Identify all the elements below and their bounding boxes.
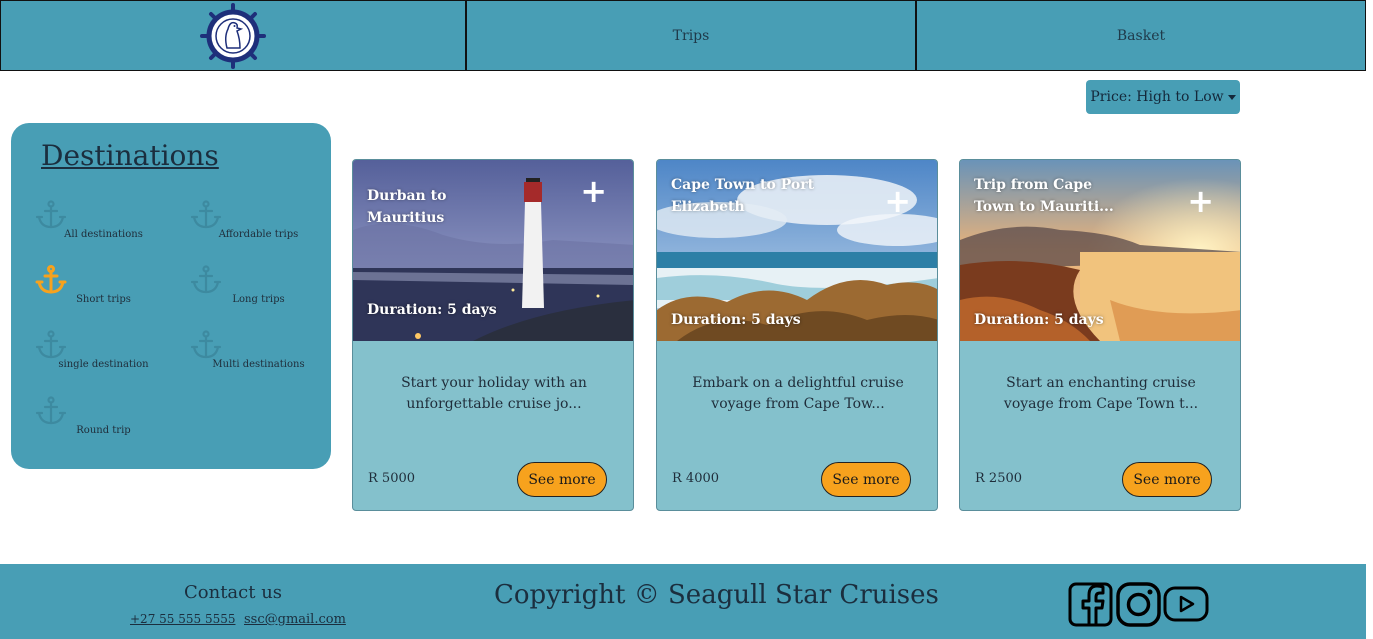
category-label: Affordable trips: [218, 229, 299, 240]
category-long-trips[interactable]: Long trips: [176, 264, 326, 314]
contact-phone-link[interactable]: +27 55 555 5555: [130, 612, 235, 626]
see-more-button[interactable]: See more: [517, 462, 607, 497]
sort-dropdown-label: Price: High to Low: [1090, 89, 1224, 105]
category-label: Long trips: [232, 294, 285, 305]
anchor-icon: [190, 265, 222, 294]
anchor-icon: [35, 200, 67, 229]
chevron-down-icon: [1227, 94, 1236, 100]
card-duration: Duration: 5 days: [974, 312, 1104, 328]
card-price: R 5000: [368, 471, 416, 486]
card-description: Start an enchanting cruise voyage from C…: [1003, 375, 1199, 412]
destinations-sidebar: Destinations All destinations Affordable…: [11, 123, 331, 469]
nav-trips[interactable]: Trips: [466, 0, 916, 71]
category-round-trip[interactable]: Round trip: [21, 395, 171, 445]
card-title: Cape Town to Port Elizabeth: [671, 177, 815, 215]
category-single-destination[interactable]: single destination: [21, 329, 171, 379]
category-affordable-trips[interactable]: Affordable trips: [176, 199, 326, 249]
category-short-trips[interactable]: Short trips: [21, 264, 171, 314]
copyright-text: Copyright © Seagull Star Cruises: [494, 580, 939, 610]
category-label: single destination: [58, 359, 149, 370]
card-duration: Duration: 5 days: [671, 312, 801, 328]
plus-icon[interactable]: +: [1187, 185, 1214, 217]
facebook-icon[interactable]: [1068, 582, 1113, 627]
card-title: Trip from Cape Town to Mauriti...: [974, 177, 1114, 215]
instagram-icon[interactable]: [1116, 582, 1161, 627]
contact-email-link[interactable]: ssc@gmail.com: [244, 612, 346, 627]
card-description: Embark on a delightful cruise voyage fro…: [692, 375, 904, 412]
category-label: Multi destinations: [212, 359, 305, 370]
category-multi-destinations[interactable]: Multi destinations: [176, 329, 326, 379]
trip-card[interactable]: Cape Town to Port Elizabeth + Duration: …: [656, 159, 938, 511]
contact-title: Contact us: [184, 582, 283, 603]
nav-trips-label: Trips: [672, 27, 710, 44]
see-more-button[interactable]: See more: [821, 462, 911, 497]
plus-icon[interactable]: +: [580, 175, 607, 207]
trip-card[interactable]: Durban to Mauritius + Duration: 5 days S…: [352, 159, 634, 511]
card-duration: Duration: 5 days: [367, 302, 497, 318]
anchor-icon: [35, 396, 67, 425]
card-price: R 2500: [975, 471, 1023, 486]
navbar: Trips Basket: [0, 0, 1366, 71]
category-label: Short trips: [76, 294, 131, 305]
sort-dropdown[interactable]: Price: High to Low: [1086, 80, 1240, 114]
footer: Contact us +27 55 555 5555 ssc@gmail.com…: [0, 564, 1366, 639]
anchor-icon: [35, 330, 67, 359]
category-label: Round trip: [76, 425, 131, 436]
nav-logo-cell[interactable]: [0, 0, 466, 71]
anchor-icon: [190, 200, 222, 229]
anchor-icon-active: [35, 265, 67, 294]
plus-icon[interactable]: +: [884, 185, 911, 217]
see-more-button[interactable]: See more: [1122, 462, 1212, 497]
youtube-icon[interactable]: [1163, 586, 1209, 622]
nav-basket[interactable]: Basket: [916, 0, 1366, 71]
card-description: Start your holiday with an unforgettable…: [401, 375, 587, 412]
nav-basket-label: Basket: [1116, 27, 1166, 44]
card-title: Durban to Mauritius: [367, 188, 447, 226]
category-all-destinations[interactable]: All destinations: [21, 199, 171, 249]
sidebar-title: Destinations: [41, 139, 219, 172]
category-label: All destinations: [64, 229, 143, 240]
seagull-ship-wheel-logo[interactable]: [200, 2, 266, 69]
card-price: R 4000: [672, 471, 720, 486]
trip-card[interactable]: Trip from Cape Town to Mauriti... + Dura…: [959, 159, 1241, 511]
anchor-icon: [190, 330, 222, 359]
